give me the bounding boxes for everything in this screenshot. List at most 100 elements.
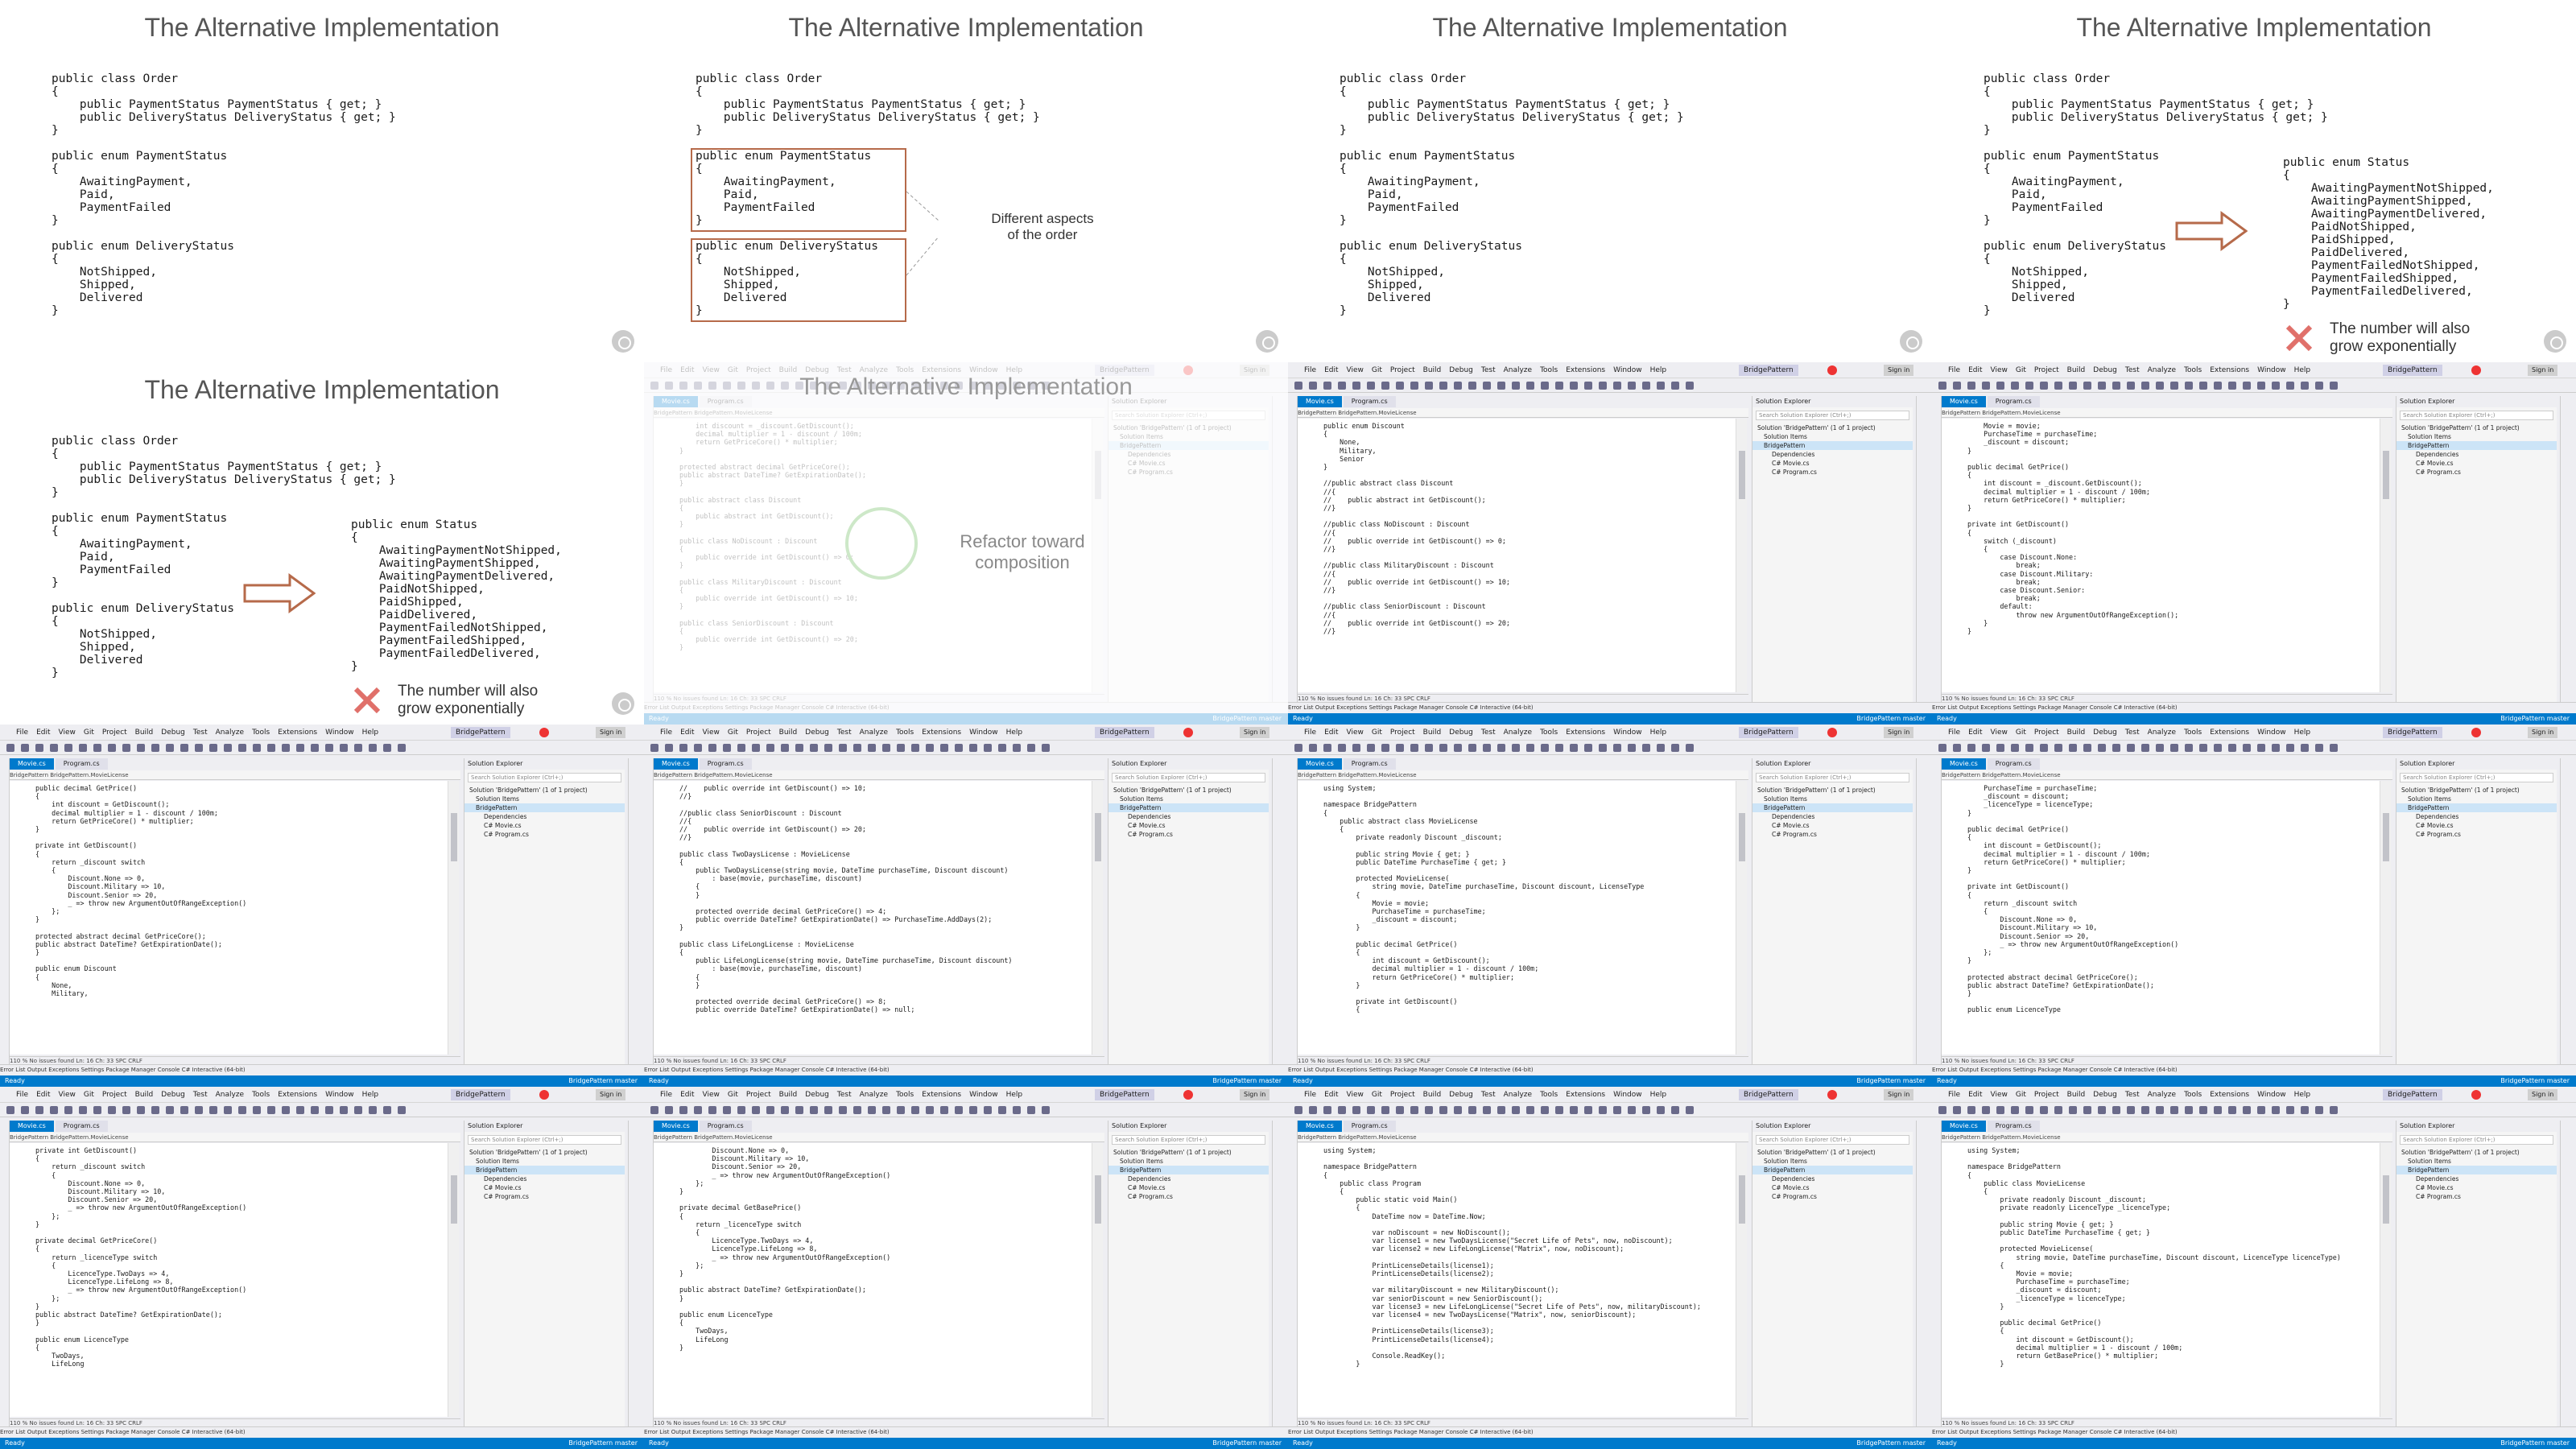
toolbar-button-icon[interactable] xyxy=(1599,744,1607,752)
toolbar-button-icon[interactable] xyxy=(998,1106,1006,1114)
toolbar-button-icon[interactable] xyxy=(1628,744,1636,752)
toolbar-button-icon[interactable] xyxy=(1613,382,1621,390)
toolbar-button-icon[interactable] xyxy=(2127,1106,2135,1114)
menu-item[interactable]: View xyxy=(59,729,76,737)
menu-item[interactable]: Debug xyxy=(2093,1091,2117,1099)
toolbar-button-icon[interactable] xyxy=(1396,382,1404,390)
toolbar-button-icon[interactable] xyxy=(2011,382,2019,390)
toolbar-button-icon[interactable] xyxy=(1468,1106,1476,1114)
panel-tabs[interactable]: Error List Output Exceptions Settings Pa… xyxy=(644,1426,1288,1436)
toolbar-button-icon[interactable] xyxy=(311,744,319,752)
solution-search-input[interactable]: Search Solution Explorer (Ctrl+;) xyxy=(2400,411,2553,420)
editor-scrollbar[interactable] xyxy=(2380,781,2391,1055)
menu-item[interactable]: Project xyxy=(1390,366,1415,374)
toolbar-button-icon[interactable] xyxy=(1555,744,1563,752)
tab-program[interactable]: Program.cs xyxy=(1987,758,2040,770)
notification-badge-icon[interactable] xyxy=(539,1090,549,1100)
navigation-bar[interactable]: BridgePattern BridgePattern.MovieLicense xyxy=(1298,408,1748,418)
menu-item[interactable]: Help xyxy=(1006,1091,1023,1099)
toolbar-button-icon[interactable] xyxy=(1982,1106,1990,1114)
toolbar-button-icon[interactable] xyxy=(1323,1106,1331,1114)
toolbar-button-icon[interactable] xyxy=(868,744,876,752)
toolbar-button-icon[interactable] xyxy=(224,1106,232,1114)
toolbar-button-icon[interactable] xyxy=(766,1106,774,1114)
panel-tabs[interactable]: Error List Output Exceptions Settings Pa… xyxy=(1932,702,2576,712)
toolbar-button-icon[interactable] xyxy=(1425,744,1433,752)
toolbar-button-icon[interactable] xyxy=(2257,1106,2265,1114)
toolbar-button-icon[interactable] xyxy=(209,744,217,752)
toolbar-button-icon[interactable] xyxy=(1657,1106,1665,1114)
toolbar-button-icon[interactable] xyxy=(752,1106,760,1114)
toolbar-button-icon[interactable] xyxy=(781,744,789,752)
toolbar-button-icon[interactable] xyxy=(1657,744,1665,752)
toolbar-button-icon[interactable] xyxy=(1497,744,1505,752)
sign-in-button[interactable]: Sign in xyxy=(1240,1089,1270,1100)
status-right[interactable]: BridgePattern master xyxy=(1856,713,1926,724)
toolbar-button-icon[interactable] xyxy=(122,1106,130,1114)
menu-item[interactable]: Tools xyxy=(2184,729,2202,737)
toolbar-button-icon[interactable] xyxy=(1642,1106,1650,1114)
toolbar-button-icon[interactable] xyxy=(1642,744,1650,752)
solution-item[interactable]: Dependencies xyxy=(464,1174,625,1183)
toolbar-button-icon[interactable] xyxy=(137,744,145,752)
menu-item[interactable]: View xyxy=(1347,1091,1364,1099)
solution-search-input[interactable]: Search Solution Explorer (Ctrl+;) xyxy=(1756,773,1909,782)
menu-item[interactable]: Edit xyxy=(36,729,50,737)
toolbar-button-icon[interactable] xyxy=(1541,382,1549,390)
menu-item[interactable]: Window xyxy=(2257,729,2286,737)
menu-item[interactable]: Edit xyxy=(1968,1091,1982,1099)
notification-badge-icon[interactable] xyxy=(1183,1090,1193,1100)
toolbar-button-icon[interactable] xyxy=(2185,382,2193,390)
menu-item[interactable]: Edit xyxy=(680,729,694,737)
toolbar-button-icon[interactable] xyxy=(2286,382,2294,390)
solution-search-input[interactable]: Search Solution Explorer (Ctrl+;) xyxy=(1112,1135,1265,1145)
toolbar-button-icon[interactable] xyxy=(2069,744,2077,752)
solution-item[interactable]: C# Program.cs xyxy=(1752,1192,1913,1201)
menu-item[interactable]: Build xyxy=(2067,366,2086,374)
toolbar-button-icon[interactable] xyxy=(1555,1106,1563,1114)
toolbar-button-icon[interactable] xyxy=(2069,382,2077,390)
toolbar-button-icon[interactable] xyxy=(2315,382,2323,390)
toolbar-button-icon[interactable] xyxy=(781,1106,789,1114)
toolbar-button-icon[interactable] xyxy=(1013,1106,1021,1114)
menu-item[interactable]: Test xyxy=(837,729,852,737)
panel-tabs[interactable]: Error List Output Exceptions Settings Pa… xyxy=(1288,1426,1932,1436)
solution-search-input[interactable]: Search Solution Explorer (Ctrl+;) xyxy=(2400,1135,2553,1145)
sign-in-button[interactable]: Sign in xyxy=(2528,727,2558,738)
toolbar-button-icon[interactable] xyxy=(21,1106,29,1114)
toolbar-button-icon[interactable] xyxy=(1967,1106,1975,1114)
menu-item[interactable]: Build xyxy=(2067,729,2086,737)
toolbar-button-icon[interactable] xyxy=(151,744,159,752)
toolbar-button-icon[interactable] xyxy=(93,1106,101,1114)
toolbar-button-icon[interactable] xyxy=(398,744,406,752)
toolbar-button-icon[interactable] xyxy=(824,1106,832,1114)
toolbar-button-icon[interactable] xyxy=(1953,382,1961,390)
toolbar-button-icon[interactable] xyxy=(1671,744,1679,752)
toolbar-button-icon[interactable] xyxy=(1027,744,1035,752)
solution-item[interactable]: BridgePattern xyxy=(1108,1166,1269,1174)
menu-item[interactable]: Extensions xyxy=(2210,729,2249,737)
menu-item[interactable]: View xyxy=(1347,729,1364,737)
toolbar-button-icon[interactable] xyxy=(2272,744,2280,752)
menu-item[interactable]: Tools xyxy=(1540,366,1558,374)
notification-badge-icon[interactable] xyxy=(2471,728,2481,737)
solution-item[interactable]: C# Program.cs xyxy=(2396,830,2557,839)
toolbar-button-icon[interactable] xyxy=(79,744,87,752)
toolbar-button-icon[interactable] xyxy=(1294,1106,1302,1114)
menu-item[interactable]: Extensions xyxy=(922,1091,961,1099)
scrollbar-thumb[interactable] xyxy=(1739,1175,1745,1224)
toolbar-button-icon[interactable] xyxy=(1967,744,1975,752)
status-right[interactable]: BridgePattern master xyxy=(568,1075,638,1087)
toolbar-button-icon[interactable] xyxy=(1352,744,1360,752)
menu-item[interactable]: Git xyxy=(2016,366,2026,374)
menu-item[interactable]: Test xyxy=(2125,1091,2140,1099)
toolbar-button-icon[interactable] xyxy=(354,744,362,752)
menu-item[interactable]: Analyze xyxy=(1504,366,1532,374)
toolbar-button-icon[interactable] xyxy=(2040,382,2048,390)
code-editor[interactable]: // public override int GetDiscount() => … xyxy=(676,781,1095,1055)
menu-item[interactable]: Git xyxy=(2016,729,2026,737)
toolbar-button-icon[interactable] xyxy=(35,744,43,752)
menu-item[interactable]: Build xyxy=(2067,1091,2086,1099)
toolbar-button-icon[interactable] xyxy=(2330,1106,2338,1114)
editor-scrollbar[interactable] xyxy=(448,1143,459,1417)
